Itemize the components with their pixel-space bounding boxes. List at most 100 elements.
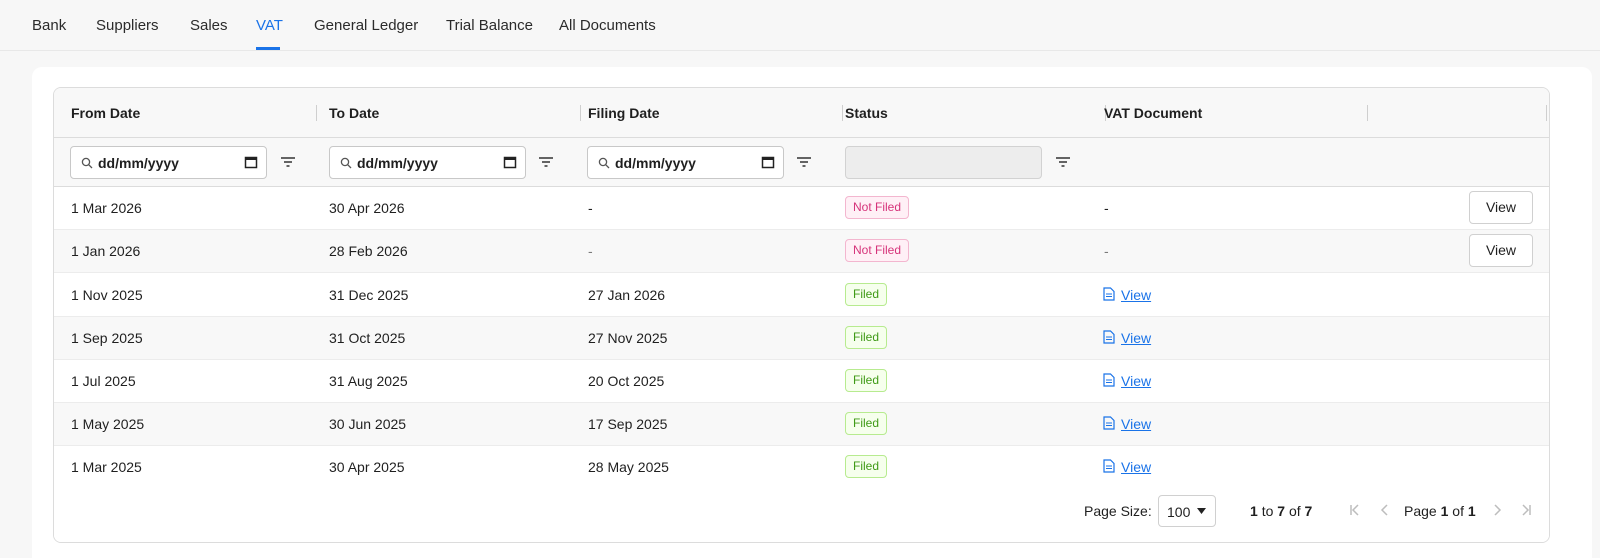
page-of-word: of (1452, 503, 1464, 519)
document-icon (1103, 416, 1115, 430)
pagination-bar: Page Size: 100 1 to 7 of 7 Page 1 of 1 (54, 488, 1549, 542)
tab-sales[interactable]: Sales (190, 17, 228, 34)
cell-vat-document: - (1104, 243, 1109, 259)
filter-icon[interactable] (538, 155, 554, 169)
view-button[interactable]: View (1469, 234, 1533, 267)
page-size-label: Page Size: (1084, 503, 1152, 519)
page-word: Page (1404, 503, 1437, 519)
document-icon (1103, 287, 1115, 301)
page-size-select[interactable]: 100 (1158, 495, 1216, 527)
search-icon (340, 157, 352, 169)
column-separator[interactable] (316, 105, 317, 121)
search-icon (598, 157, 610, 169)
cell-to-date: 31 Dec 2025 (329, 287, 409, 303)
tab-all-documents[interactable]: All Documents (559, 17, 656, 34)
cell-filing-date: 27 Nov 2025 (588, 330, 668, 346)
cell-from-date: 1 Jul 2025 (71, 373, 136, 389)
column-separator[interactable] (842, 105, 843, 121)
table-row: 1 Mar 2026 30 Apr 2026 - Not Filed - Vie… (54, 187, 1549, 230)
column-header-filing-date[interactable]: Filing Date (588, 105, 660, 121)
tab-trial-balance[interactable]: Trial Balance (446, 17, 533, 34)
status-badge: Filed (845, 369, 888, 392)
page-total: 1 (1467, 503, 1476, 519)
vat-document-link-label: View (1121, 373, 1152, 389)
vat-document-link-label: View (1121, 459, 1152, 475)
cell-vat-document: - (1104, 200, 1109, 216)
table-row: 1 Sep 2025 31 Oct 2025 27 Nov 2025 Filed… (54, 317, 1549, 360)
column-separator[interactable] (580, 105, 581, 121)
prev-page-icon[interactable] (1379, 504, 1391, 516)
filter-icon[interactable] (796, 155, 812, 169)
status-badge: Filed (845, 412, 888, 435)
status-badge: Not Filed (845, 239, 910, 262)
calendar-icon[interactable] (244, 155, 258, 169)
to-date-filter-value: dd/mm/yyyy (357, 155, 438, 171)
cell-filing-date: 28 May 2025 (588, 459, 669, 475)
filter-row: dd/mm/yyyy dd/mm/yyyy dd/mm/yyyy (54, 138, 1549, 187)
calendar-icon[interactable] (503, 155, 517, 169)
tab-vat[interactable]: VAT (256, 17, 283, 34)
cell-from-date: 1 Sep 2025 (71, 330, 143, 346)
range-start: 1 (1250, 503, 1258, 519)
document-icon (1103, 373, 1115, 387)
cell-to-date: 30 Apr 2026 (329, 200, 405, 216)
search-icon (81, 157, 93, 169)
cell-from-date: 1 Nov 2025 (71, 287, 143, 303)
range-of-word: of (1288, 503, 1301, 519)
cell-to-date: 30 Jun 2025 (329, 416, 407, 432)
vat-document-link-label: View (1121, 287, 1152, 303)
page-current: 1 (1440, 503, 1449, 519)
page-indicator: Page 1 of 1 (1404, 503, 1476, 519)
cell-from-date: 1 May 2025 (71, 416, 145, 432)
tab-suppliers[interactable]: Suppliers (96, 17, 159, 34)
vat-document-link-label: View (1121, 330, 1152, 346)
to-date-filter-input[interactable]: dd/mm/yyyy (329, 146, 526, 179)
cell-filing-date: 27 Jan 2026 (588, 287, 666, 303)
status-badge: Filed (845, 326, 888, 349)
calendar-icon[interactable] (761, 155, 775, 169)
tab-bank[interactable]: Bank (32, 17, 66, 34)
cell-from-date: 1 Jan 2026 (71, 243, 141, 259)
next-page-icon[interactable] (1491, 504, 1503, 516)
cell-to-date: 31 Aug 2025 (329, 373, 408, 389)
document-icon (1103, 330, 1115, 344)
cell-filing-date: 17 Sep 2025 (588, 416, 668, 432)
first-page-icon[interactable] (1349, 504, 1361, 516)
cell-filing-date: 20 Oct 2025 (588, 373, 665, 389)
table-row: 1 Mar 2025 30 Apr 2025 28 May 2025 Filed… (54, 446, 1549, 489)
tab-general-ledger[interactable]: General Ledger (314, 17, 418, 34)
document-icon (1103, 459, 1115, 473)
chevron-down-icon (1197, 508, 1206, 514)
status-badge: Not Filed (845, 196, 910, 219)
from-date-filter-input[interactable]: dd/mm/yyyy (70, 146, 267, 179)
range-total: 7 (1304, 503, 1313, 519)
filing-date-filter-value: dd/mm/yyyy (615, 155, 696, 171)
view-button[interactable]: View (1469, 191, 1533, 224)
range-end: 7 (1277, 503, 1286, 519)
filter-icon[interactable] (280, 155, 296, 169)
row-range-summary: 1 to 7 of 7 (1250, 503, 1312, 519)
filing-date-filter-input[interactable]: dd/mm/yyyy (587, 146, 784, 179)
column-header-vat-document[interactable]: VAT Document (1104, 105, 1202, 121)
column-header-to-date[interactable]: To Date (329, 105, 379, 121)
filter-icon[interactable] (1055, 155, 1071, 169)
column-separator[interactable] (1546, 105, 1547, 121)
cell-to-date: 28 Feb 2026 (329, 243, 408, 259)
range-to-word: to (1261, 503, 1274, 519)
cell-to-date: 30 Apr 2025 (329, 459, 405, 475)
cell-from-date: 1 Mar 2026 (71, 200, 142, 216)
column-header-from-date[interactable]: From Date (71, 105, 140, 121)
status-badge: Filed (845, 283, 888, 306)
cell-from-date: 1 Mar 2025 (71, 459, 142, 475)
from-date-filter-value: dd/mm/yyyy (98, 155, 179, 171)
cell-to-date: 31 Oct 2025 (329, 330, 406, 346)
cell-filing-date: - (588, 200, 593, 216)
vat-document-link-label: View (1121, 416, 1152, 432)
column-header-status[interactable]: Status (845, 105, 888, 121)
status-filter-input[interactable] (845, 146, 1042, 179)
table-header: From Date To Date Filing Date Status VAT… (54, 88, 1549, 138)
table-row: 1 May 2025 30 Jun 2025 17 Sep 2025 Filed… (54, 403, 1549, 446)
last-page-icon[interactable] (1520, 504, 1532, 516)
column-separator[interactable] (1367, 105, 1368, 121)
vat-returns-table: From Date To Date Filing Date Status VAT… (53, 87, 1550, 543)
